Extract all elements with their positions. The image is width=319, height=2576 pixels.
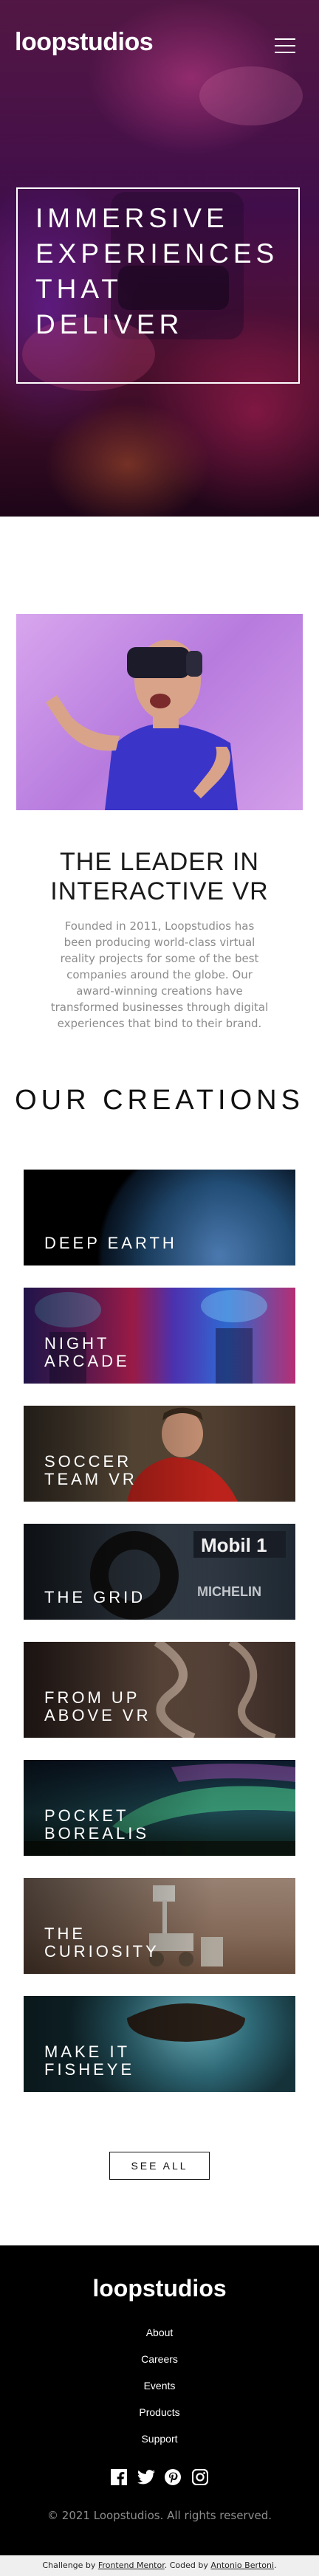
creation-card-night-arcade[interactable]: Night arcade bbox=[24, 1288, 295, 1384]
creation-card-pocket-borealis[interactable]: Pocket borealis bbox=[24, 1760, 295, 1856]
hero-section: loopstudios Immersive experiences that d… bbox=[0, 0, 319, 517]
creation-title: Night arcade bbox=[44, 1334, 130, 1370]
copyright: © 2021 Loopstudios. All rights reserved. bbox=[47, 2509, 272, 2522]
about-title: The leader in interactive VR bbox=[50, 848, 269, 905]
creation-title: The grid bbox=[44, 1588, 146, 1606]
footer-link-events[interactable]: Events bbox=[0, 2372, 319, 2399]
footer-nav: About Careers Events Products Support bbox=[0, 2319, 319, 2452]
creation-title: Pocket borealis bbox=[44, 1806, 150, 1843]
social-links bbox=[109, 2467, 210, 2487]
creation-title: Make it fisheye bbox=[44, 2043, 135, 2079]
creation-card-the-grid[interactable]: Mobil 1 MICHELIN The grid bbox=[24, 1524, 295, 1620]
footer-logo[interactable]: loopstudios bbox=[0, 2275, 319, 2302]
instagram-icon[interactable] bbox=[191, 2468, 210, 2487]
vr-person-image bbox=[16, 614, 303, 810]
pinterest-icon[interactable] bbox=[163, 2468, 182, 2487]
hero-box: Immersive experiences that deliver bbox=[16, 187, 300, 384]
about-text: Founded in 2011, Loopstudios has been pr… bbox=[50, 919, 269, 1030]
facebook-icon[interactable] bbox=[109, 2468, 128, 2487]
author-link[interactable]: Antonio Bertoni bbox=[210, 2561, 274, 2570]
creation-card-make-it-fisheye[interactable]: Make it fisheye bbox=[24, 1996, 295, 2092]
creation-card-deep-earth[interactable]: Deep earth bbox=[24, 1170, 295, 1265]
footer-link-careers[interactable]: Careers bbox=[0, 2346, 319, 2372]
creation-card-soccer-team-vr[interactable]: Soccer team VR bbox=[24, 1406, 295, 1502]
creations-title: Our creations bbox=[15, 1085, 304, 1116]
footer: loopstudios About Careers Events Product… bbox=[0, 2245, 319, 2555]
creation-title: From up above VR bbox=[44, 1688, 151, 1724]
footer-link-support[interactable]: Support bbox=[0, 2425, 319, 2452]
hero-title: Immersive experiences that deliver bbox=[35, 203, 279, 339]
creation-title: Deep earth bbox=[44, 1234, 177, 1252]
creation-card-the-curiosity[interactable]: The curiosity bbox=[24, 1878, 295, 1974]
hamburger-icon[interactable] bbox=[275, 38, 295, 53]
footer-link-products[interactable]: Products bbox=[0, 2399, 319, 2425]
footer-link-about[interactable]: About bbox=[0, 2319, 319, 2346]
frontend-mentor-link[interactable]: Frontend Mentor bbox=[98, 2561, 165, 2570]
twitter-icon[interactable] bbox=[137, 2468, 156, 2487]
site-logo[interactable]: loopstudios bbox=[15, 28, 154, 57]
creation-title: The curiosity bbox=[44, 1924, 160, 1961]
creation-title: Soccer team VR bbox=[44, 1452, 137, 1488]
see-all-button[interactable]: See all bbox=[109, 2152, 210, 2180]
attribution: Challenge by Frontend Mentor. Coded by A… bbox=[0, 2555, 319, 2576]
creation-card-from-up-above-vr[interactable]: From up above VR bbox=[24, 1642, 295, 1738]
